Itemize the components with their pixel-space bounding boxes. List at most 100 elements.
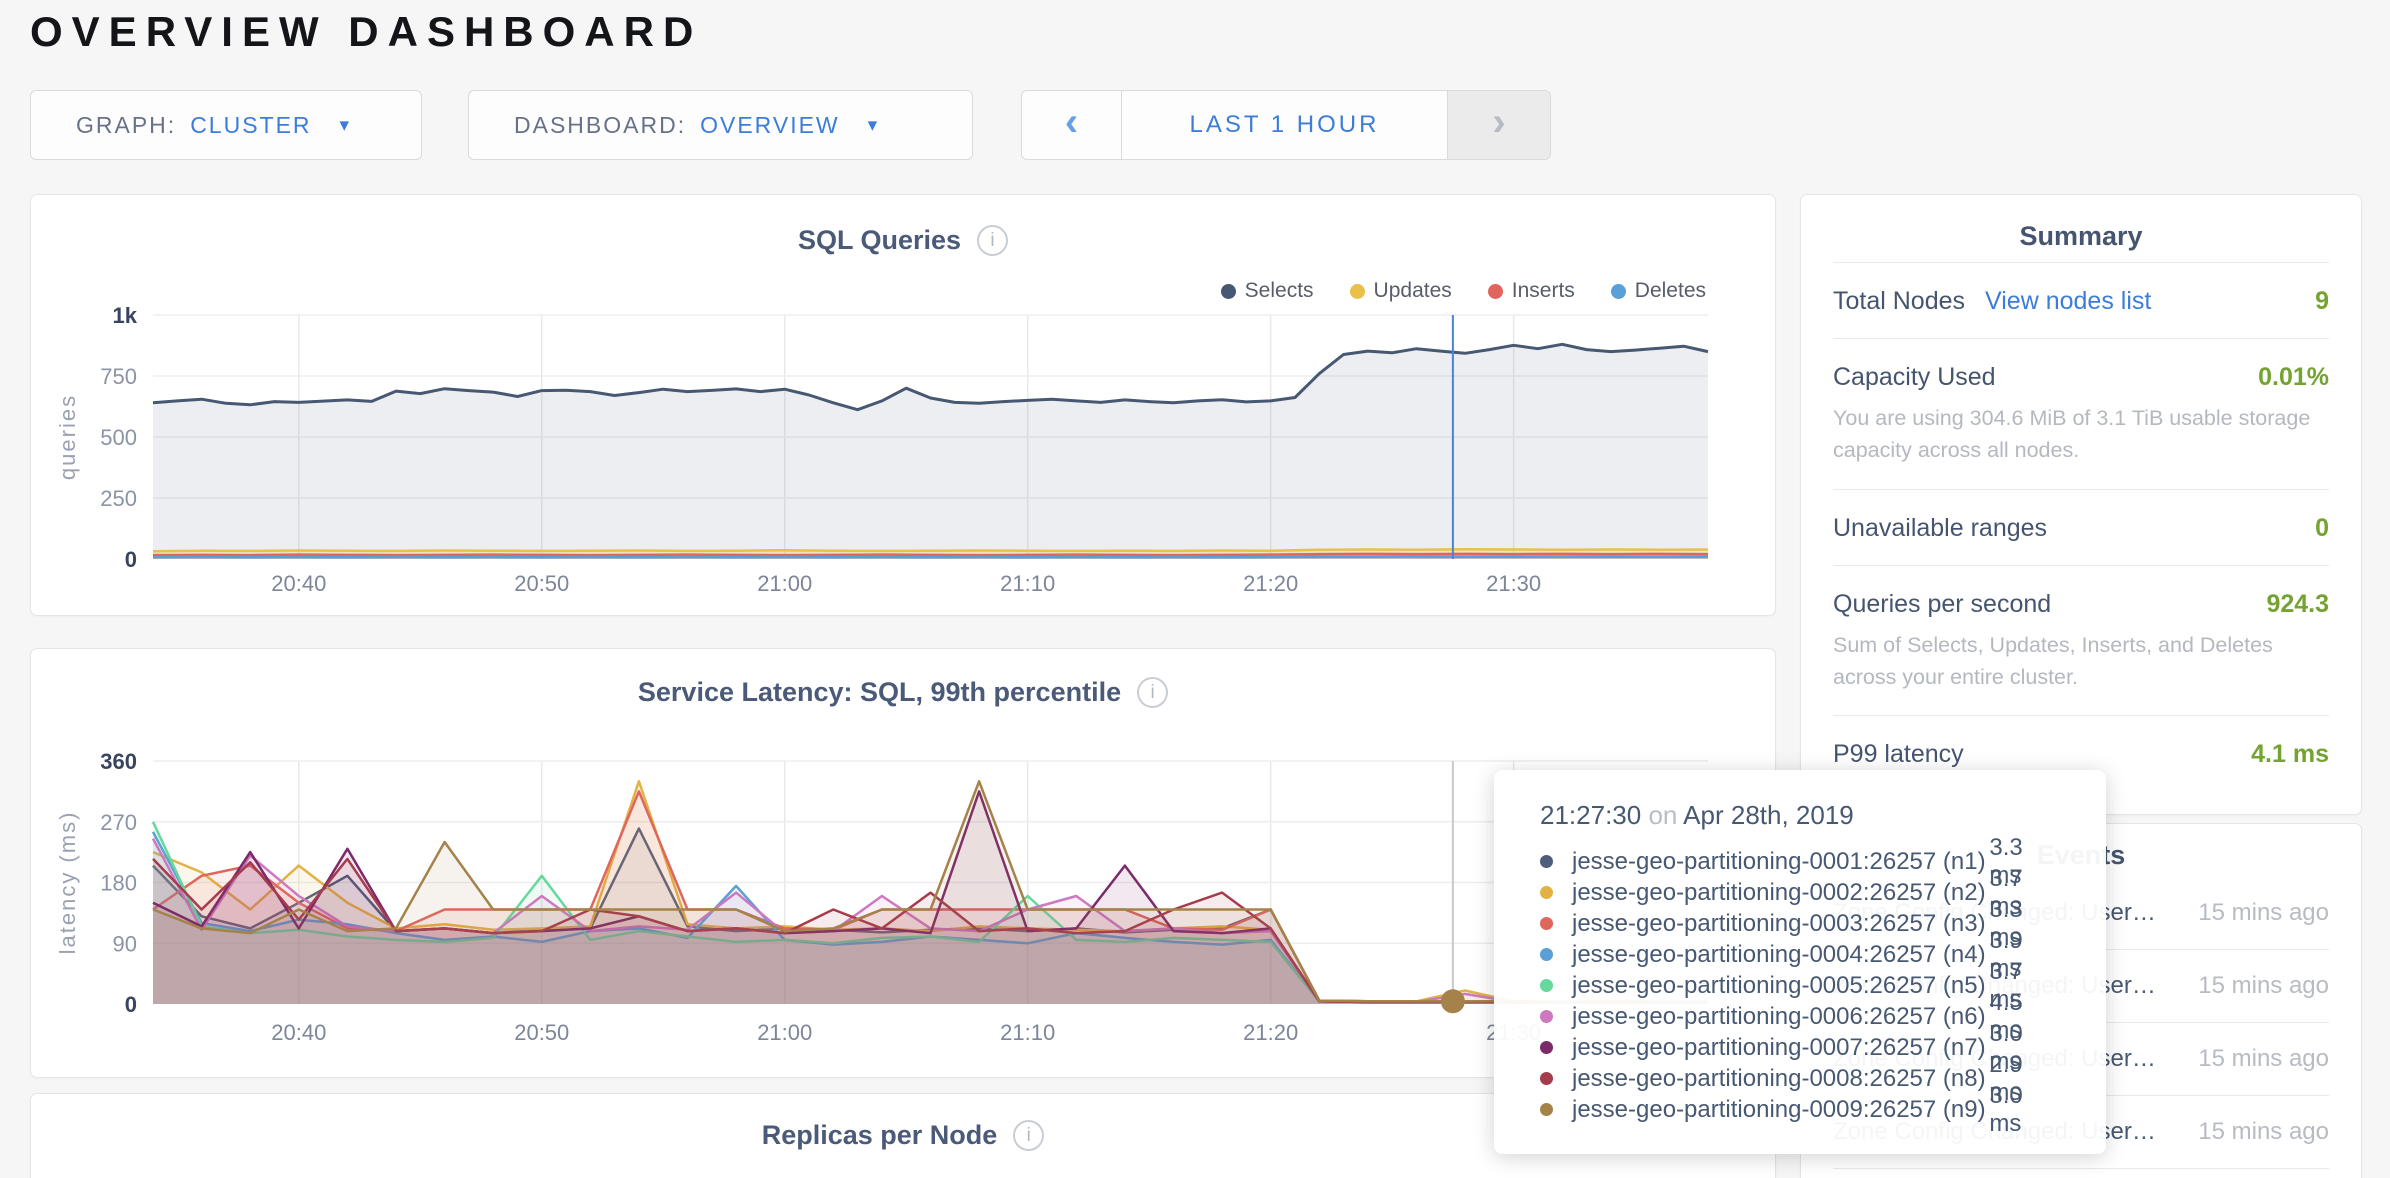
tooltip-time: 21:27:30: [1540, 800, 1641, 830]
event-timestamp: 15 mins ago: [2189, 1117, 2329, 1147]
svg-text:21:10: 21:10: [1000, 1020, 1055, 1045]
total-nodes-value: 9: [2315, 287, 2329, 316]
hover-tooltip: 21:27:30 on Apr 28th, 2019 jesse-geo-par…: [1494, 770, 2106, 1154]
graph-dropdown[interactable]: GRAPH: CLUSTER ▾: [30, 90, 422, 160]
dashboard-dropdown-label: DASHBOARD:: [514, 112, 686, 139]
tooltip-node-value: 3.0 ms: [1989, 1082, 2061, 1138]
sql-queries-chart-title: SQL Queries: [798, 225, 961, 256]
time-range-prev-button[interactable]: ‹: [1022, 91, 1122, 159]
series-dot-icon: [1540, 1103, 1553, 1116]
svg-text:90: 90: [113, 931, 137, 956]
svg-text:0: 0: [125, 547, 137, 572]
summary-row-qps: Queries per second 924.3 Sum of Selects,…: [1833, 565, 2329, 716]
sql-queries-chart[interactable]: 20:40 20:50 21:00 21:10 21:20 21:30 0 250 500 750…: [31, 295, 1777, 605]
tooltip-row: jesse-geo-partitioning-0006:26257 (n6)4.…: [1540, 1001, 2061, 1032]
graph-dropdown-value: CLUSTER: [190, 112, 311, 139]
p99-latency-value: 4.1 ms: [2251, 740, 2329, 769]
series-dot-icon: [1540, 1010, 1553, 1023]
event-timestamp: 15 mins ago: [2189, 1044, 2329, 1074]
summary-row-total-nodes: Total Nodes View nodes list 9: [1833, 262, 2329, 338]
svg-text:20:40: 20:40: [271, 1020, 326, 1045]
tooltip-date: Apr 28th, 2019: [1683, 800, 1854, 830]
service-latency-chart-title: Service Latency: SQL, 99th percentile: [638, 677, 1121, 708]
tooltip-row: jesse-geo-partitioning-0004:26257 (n4)3.…: [1540, 939, 2061, 970]
svg-text:20:40: 20:40: [271, 571, 326, 596]
svg-text:250: 250: [100, 486, 137, 511]
time-range-display[interactable]: LAST 1 HOUR: [1122, 91, 1447, 159]
unavailable-ranges-label: Unavailable ranges: [1833, 514, 2047, 543]
series-dot-icon: [1540, 855, 1553, 868]
chevron-right-icon: ›: [1492, 100, 1505, 145]
svg-text:20:50: 20:50: [514, 1020, 569, 1045]
event-timestamp: 15 mins ago: [2189, 971, 2329, 1001]
svg-text:270: 270: [100, 810, 137, 835]
series-dot-icon: [1540, 886, 1553, 899]
qps-value: 924.3: [2266, 590, 2329, 619]
tooltip-row: jesse-geo-partitioning-0009:26257 (n9)3.…: [1540, 1094, 2061, 1125]
qps-label: Queries per second: [1833, 590, 2051, 619]
svg-text:queries: queries: [55, 394, 80, 480]
svg-text:latency (ms): latency (ms): [55, 811, 80, 955]
series-dot-icon: [1540, 1072, 1553, 1085]
series-dot-icon: [1540, 948, 1553, 961]
tooltip-node-name: jesse-geo-partitioning-0002:26257 (n2): [1572, 879, 1989, 907]
chevron-down-icon: ▾: [340, 114, 350, 137]
tooltip-row: jesse-geo-partitioning-0007:26257 (n7)3.…: [1540, 1032, 2061, 1063]
summary-row-capacity: Capacity Used 0.01% You are using 304.6 …: [1833, 338, 2329, 489]
series-dot-icon: [1540, 917, 1553, 930]
svg-text:21:00: 21:00: [757, 1020, 812, 1045]
qps-note: Sum of Selects, Updates, Inserts, and De…: [1833, 629, 2329, 694]
unavailable-ranges-value: 0: [2315, 514, 2329, 543]
tooltip-row: jesse-geo-partitioning-0002:26257 (n2)3.…: [1540, 877, 2061, 908]
tooltip-node-name: jesse-geo-partitioning-0009:26257 (n9): [1572, 1096, 1989, 1124]
series-dot-icon: [1540, 1041, 1553, 1054]
svg-text:0: 0: [125, 992, 137, 1017]
svg-text:360: 360: [100, 749, 137, 774]
tooltip-header: 21:27:30 on Apr 28th, 2019: [1540, 800, 2061, 831]
svg-text:1k: 1k: [113, 303, 138, 328]
info-icon[interactable]: i: [1013, 1120, 1044, 1151]
tooltip-node-name: jesse-geo-partitioning-0008:26257 (n8): [1572, 1065, 1989, 1093]
tooltip-node-name: jesse-geo-partitioning-0004:26257 (n4): [1572, 941, 1989, 969]
tooltip-node-name: jesse-geo-partitioning-0006:26257 (n6): [1572, 1003, 1989, 1031]
graph-dropdown-label: GRAPH:: [76, 112, 176, 139]
page-title: OVERVIEW DASHBOARD: [30, 8, 702, 56]
time-range-selector: ‹ LAST 1 HOUR ›: [1021, 90, 1551, 160]
tooltip-row: jesse-geo-partitioning-0001:26257 (n1)3.…: [1540, 846, 2061, 877]
tooltip-node-name: jesse-geo-partitioning-0003:26257 (n3): [1572, 910, 1989, 938]
total-nodes-label: Total Nodes: [1833, 287, 1965, 316]
tooltip-row: jesse-geo-partitioning-0008:26257 (n8)2.…: [1540, 1063, 2061, 1094]
svg-text:750: 750: [100, 364, 137, 389]
dashboard-dropdown-value: OVERVIEW: [700, 112, 840, 139]
svg-text:21:30: 21:30: [1486, 571, 1541, 596]
svg-text:21:20: 21:20: [1243, 571, 1298, 596]
svg-text:21:10: 21:10: [1000, 571, 1055, 596]
summary-title: Summary: [1833, 195, 2329, 262]
chevron-down-icon: ▾: [868, 114, 878, 137]
tooltip-on: on: [1648, 800, 1677, 830]
svg-text:500: 500: [100, 425, 137, 450]
tooltip-row: jesse-geo-partitioning-0005:26257 (n5)3.…: [1540, 970, 2061, 1001]
sql-queries-card: SQL Queries i SelectsUpdatesInsertsDelet…: [30, 194, 1776, 616]
info-icon[interactable]: i: [977, 225, 1008, 256]
event-timestamp: 15 mins ago: [2189, 898, 2329, 928]
summary-panel: Summary Total Nodes View nodes list 9 Ca…: [1800, 194, 2362, 815]
series-dot-icon: [1540, 979, 1553, 992]
svg-text:21:00: 21:00: [757, 571, 812, 596]
replicas-chart-title: Replicas per Node: [762, 1120, 998, 1151]
time-range-next-button[interactable]: ›: [1447, 91, 1550, 159]
info-icon[interactable]: i: [1137, 677, 1168, 708]
view-nodes-list-link[interactable]: View nodes list: [1985, 287, 2151, 316]
chevron-left-icon: ‹: [1065, 100, 1078, 145]
tooltip-node-name: jesse-geo-partitioning-0005:26257 (n5): [1572, 972, 1989, 1000]
tooltip-node-name: jesse-geo-partitioning-0001:26257 (n1): [1572, 848, 1989, 876]
summary-row-unavailable-ranges: Unavailable ranges 0: [1833, 489, 2329, 565]
svg-text:20:50: 20:50: [514, 571, 569, 596]
svg-text:21:20: 21:20: [1243, 1020, 1298, 1045]
dashboard-dropdown[interactable]: DASHBOARD: OVERVIEW ▾: [468, 90, 973, 160]
capacity-used-label: Capacity Used: [1833, 363, 1996, 392]
capacity-used-note: You are using 304.6 MiB of 3.1 TiB usabl…: [1833, 402, 2329, 467]
tooltip-node-name: jesse-geo-partitioning-0007:26257 (n7): [1572, 1034, 1989, 1062]
p99-latency-label: P99 latency: [1833, 740, 1964, 769]
svg-text:180: 180: [100, 871, 137, 896]
